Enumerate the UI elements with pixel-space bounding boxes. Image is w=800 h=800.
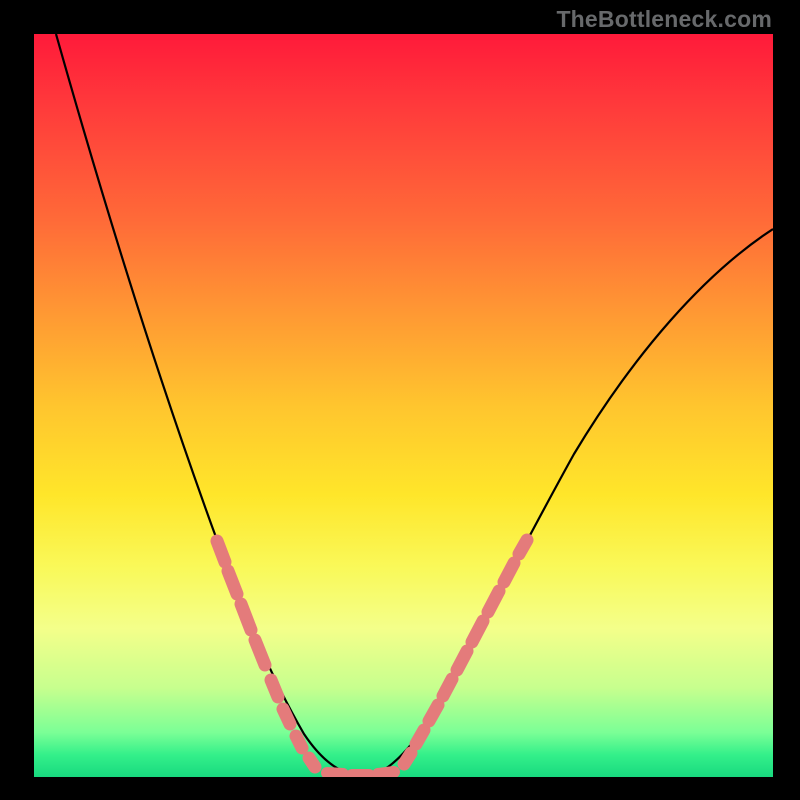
bottleneck-curve	[56, 34, 773, 776]
watermark-text: TheBottleneck.com	[556, 6, 772, 33]
bottleneck-curve-svg	[34, 34, 773, 777]
bottom-markers	[327, 772, 394, 775]
left-markers	[217, 541, 315, 767]
right-markers	[404, 540, 527, 764]
chart-frame: TheBottleneck.com	[0, 0, 800, 800]
plot-area	[34, 34, 773, 777]
